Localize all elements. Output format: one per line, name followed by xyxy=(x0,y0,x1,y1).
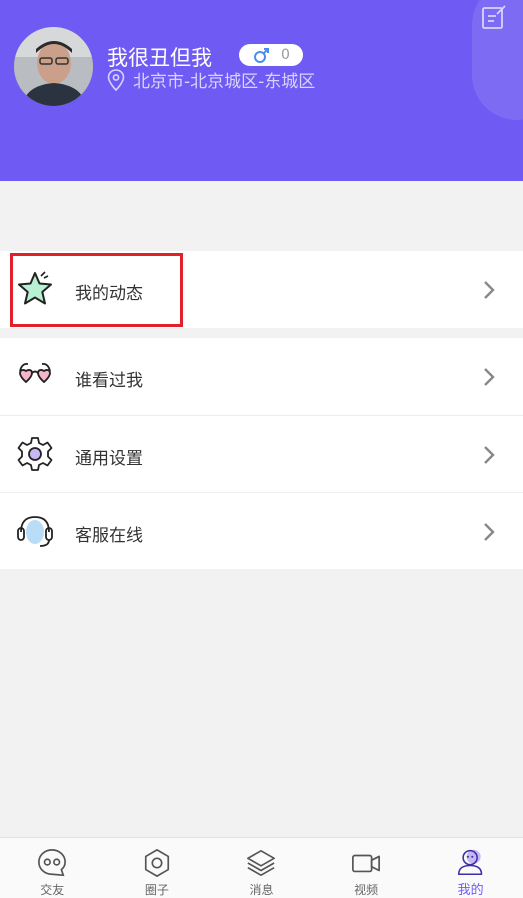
menu-label: 客服在线 xyxy=(75,526,143,546)
tab-label: 消息 xyxy=(249,883,274,897)
chevron-right-icon xyxy=(484,523,495,541)
headset-icon xyxy=(17,516,53,547)
menu-label: 通用设置 xyxy=(75,449,143,469)
location-text: 北京市-北京城区-东城区 xyxy=(133,72,316,92)
avatar[interactable] xyxy=(14,27,93,106)
tab-label: 交友 xyxy=(40,883,65,897)
gender-badge: 0 xyxy=(239,44,303,66)
profile-header: 我很丑但我 0 北京市-北京城区-东城区 xyxy=(0,0,523,181)
hexagon-icon xyxy=(144,849,169,877)
menu-label: 谁看过我 xyxy=(75,371,143,391)
male-icon xyxy=(254,48,269,63)
tab-circle[interactable]: 圈子 xyxy=(105,838,210,898)
chevron-right-icon xyxy=(484,368,495,386)
edit-icon[interactable] xyxy=(481,4,507,30)
glasses-icon xyxy=(19,362,51,384)
tab-label: 我的 xyxy=(457,883,484,898)
chevron-right-icon xyxy=(484,446,495,464)
tab-label: 视频 xyxy=(354,883,379,897)
tab-label: 圈子 xyxy=(144,883,169,897)
tab-video[interactable]: 视频 xyxy=(314,838,419,898)
highlight-box xyxy=(10,253,183,327)
tab-messages[interactable]: 消息 xyxy=(209,838,314,898)
layers-icon xyxy=(247,849,276,877)
chat-bubble-icon xyxy=(38,849,67,877)
menu-item-settings[interactable]: 通用设置 xyxy=(0,415,523,492)
gear-icon xyxy=(17,437,53,471)
location: 北京市-北京城区-东城区 xyxy=(107,67,315,92)
badge-count: 0 xyxy=(281,47,290,63)
user-icon xyxy=(457,849,482,876)
menu-item-customer-service[interactable]: 客服在线 xyxy=(0,492,523,569)
chevron-right-icon xyxy=(484,281,495,299)
bottom-tab-bar: 交友 圈子 消息 视频 我的 xyxy=(0,837,523,898)
location-pin-icon xyxy=(107,68,125,91)
menu-item-visitors[interactable]: 谁看过我 xyxy=(0,338,523,415)
video-camera-icon xyxy=(352,854,381,873)
tab-me[interactable]: 我的 xyxy=(418,838,523,898)
tab-dating[interactable]: 交友 xyxy=(0,838,105,898)
menu-group-settings: 谁看过我 通用设置 客服在线 xyxy=(0,338,523,569)
